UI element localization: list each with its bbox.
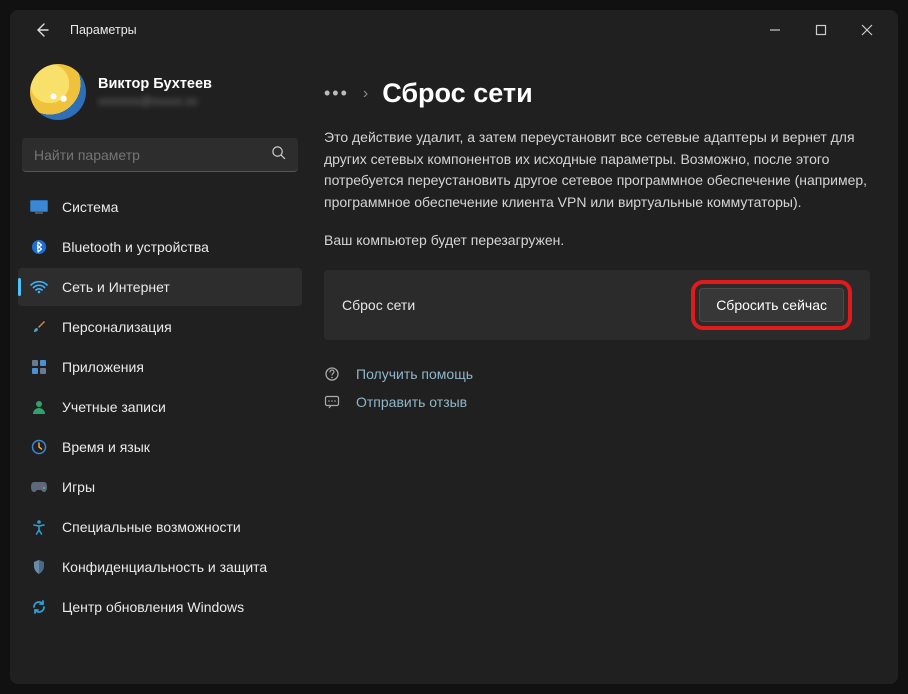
sidebar-item-label: Центр обновления Windows <box>62 599 244 615</box>
update-icon <box>30 598 48 616</box>
profile-name: Виктор Бухтеев <box>98 76 212 92</box>
sidebar-item-label: Время и язык <box>62 439 150 455</box>
feedback-link[interactable]: Отправить отзыв <box>356 394 467 410</box>
sidebar-item-label: Конфиденциальность и защита <box>62 559 267 575</box>
network-reset-card: Сброс сети Сбросить сейчас <box>324 270 870 340</box>
feedback-icon <box>324 394 342 410</box>
profile-email: xxxxxxx@xxxxx.xx <box>98 94 212 108</box>
sidebar-item-network[interactable]: Сеть и Интернет <box>18 268 302 306</box>
maximize-button[interactable] <box>798 14 844 46</box>
card-label: Сброс сети <box>342 297 415 313</box>
page-title: Сброс сети <box>382 78 532 109</box>
titlebar: Параметры <box>10 10 898 50</box>
feedback-row: Отправить отзыв <box>324 394 870 410</box>
wifi-icon <box>30 278 48 296</box>
sidebar-item-label: Игры <box>62 479 95 495</box>
back-button[interactable] <box>26 14 58 46</box>
sidebar-item-accessibility[interactable]: Специальные возможности <box>18 508 302 546</box>
sidebar-item-label: Учетные записи <box>62 399 166 415</box>
chevron-right-icon: › <box>363 85 368 103</box>
maximize-icon <box>815 24 827 36</box>
sidebar-item-label: Система <box>62 199 118 215</box>
accessibility-icon <box>30 518 48 536</box>
close-icon <box>861 24 873 36</box>
breadcrumb: ••• › Сброс сети <box>324 78 870 109</box>
system-icon <box>30 198 48 216</box>
arrow-left-icon <box>34 22 50 38</box>
person-icon <box>30 398 48 416</box>
settings-window: Параметры Виктор Бухтеев xxxxxxx@xxxxx.x… <box>10 10 898 684</box>
sidebar-item-gaming[interactable]: Игры <box>18 468 302 506</box>
gamepad-icon <box>30 478 48 496</box>
search-icon <box>271 145 286 165</box>
help-icon <box>324 366 342 382</box>
brush-icon <box>30 318 48 336</box>
sidebar-item-apps[interactable]: Приложения <box>18 348 302 386</box>
main-content: ••• › Сброс сети Это действие удалит, а … <box>310 50 898 684</box>
sidebar-item-privacy[interactable]: Конфиденциальность и защита <box>18 548 302 586</box>
minimize-icon <box>769 24 781 36</box>
clock-globe-icon <box>30 438 48 456</box>
window-title: Параметры <box>70 23 137 37</box>
highlight-box: Сбросить сейчас <box>691 280 852 330</box>
footer-links: Получить помощь Отправить отзыв <box>324 366 870 410</box>
search-input[interactable] <box>34 147 271 163</box>
sidebar-item-system[interactable]: Система <box>18 188 302 226</box>
restart-note: Ваш компьютер будет перезагружен. <box>324 232 870 248</box>
help-link[interactable]: Получить помощь <box>356 366 473 382</box>
sidebar-item-bluetooth[interactable]: Bluetooth и устройства <box>18 228 302 266</box>
shield-icon <box>30 558 48 576</box>
apps-icon <box>30 358 48 376</box>
minimize-button[interactable] <box>752 14 798 46</box>
description-text: Это действие удалит, а затем переустанов… <box>324 127 870 214</box>
sidebar-nav: Система Bluetooth и устройства Сеть и Ин… <box>18 188 302 626</box>
help-row: Получить помощь <box>324 366 870 382</box>
search-box[interactable] <box>22 138 298 172</box>
sidebar-item-label: Сеть и Интернет <box>62 279 170 295</box>
close-button[interactable] <box>844 14 890 46</box>
bluetooth-icon <box>30 238 48 256</box>
sidebar-item-time[interactable]: Время и язык <box>18 428 302 466</box>
reset-now-button[interactable]: Сбросить сейчас <box>699 288 844 322</box>
window-controls <box>752 14 890 46</box>
sidebar-item-label: Персонализация <box>62 319 172 335</box>
sidebar-item-accounts[interactable]: Учетные записи <box>18 388 302 426</box>
sidebar-item-label: Специальные возможности <box>62 519 241 535</box>
breadcrumb-ellipsis[interactable]: ••• <box>324 83 349 104</box>
sidebar-item-personalization[interactable]: Персонализация <box>18 308 302 346</box>
sidebar: Виктор Бухтеев xxxxxxx@xxxxx.xx Система … <box>10 50 310 684</box>
profile-block[interactable]: Виктор Бухтеев xxxxxxx@xxxxx.xx <box>18 50 302 138</box>
avatar <box>30 64 86 120</box>
sidebar-item-update[interactable]: Центр обновления Windows <box>18 588 302 626</box>
sidebar-item-label: Приложения <box>62 359 144 375</box>
sidebar-item-label: Bluetooth и устройства <box>62 239 209 255</box>
